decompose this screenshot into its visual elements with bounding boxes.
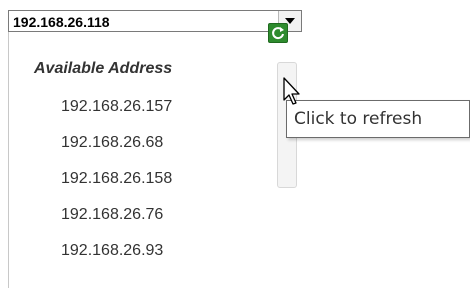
list-item[interactable]: 192.168.26.158 — [61, 170, 172, 188]
list-item[interactable]: 192.168.26.157 — [61, 98, 172, 116]
address-dropdown-list: Available Address 192.168.26.157 192.168… — [8, 32, 304, 288]
refresh-icon — [272, 27, 284, 40]
refresh-button[interactable] — [268, 23, 288, 43]
address-combobox[interactable]: 192.168.26.118 — [8, 10, 302, 32]
list-item[interactable]: 192.168.26.76 — [61, 206, 163, 224]
refresh-tooltip: Click to refresh — [286, 100, 470, 138]
list-item[interactable]: 192.168.26.93 — [61, 242, 163, 260]
mouse-pointer-icon — [283, 77, 300, 105]
list-item[interactable]: 192.168.26.68 — [61, 134, 163, 152]
dropdown-header: Available Address — [34, 60, 173, 77]
combo-selected-value: 192.168.26.118 — [13, 14, 110, 30]
tooltip-text: Click to refresh — [294, 109, 423, 129]
